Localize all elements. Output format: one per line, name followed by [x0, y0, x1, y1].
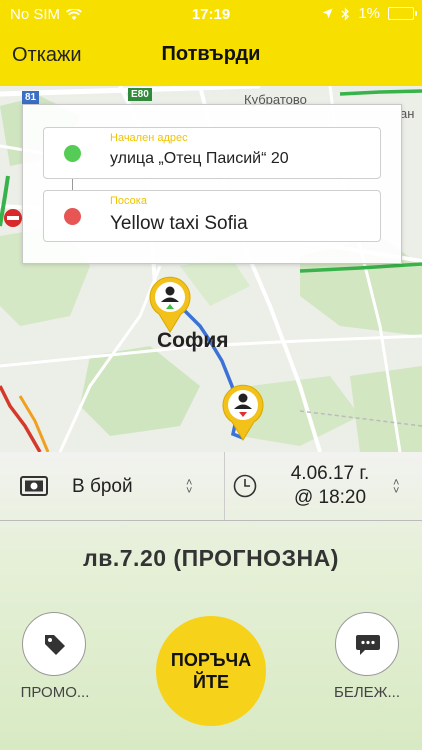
destination-dot-icon — [64, 208, 81, 225]
battery-icon — [388, 7, 417, 20]
road-shield-e80: E80 — [128, 88, 152, 101]
road-shield-81: 81 — [22, 91, 40, 104]
battery-percent: 1% — [358, 5, 380, 22]
start-dot-icon — [64, 145, 81, 162]
map-label-partial: ан — [400, 106, 415, 121]
datetime-value: 4.06.17 г. @ 18:20 — [275, 462, 385, 510]
address-card: Начален адрес улица „Отец Паисий“ 20 Пос… — [22, 104, 402, 264]
start-address-value: улица „Отец Паисий“ 20 — [110, 150, 289, 167]
destination-value: Yellow taxi Sofia — [110, 213, 248, 234]
payment-chevron-icon: ˄ ˅ — [186, 477, 193, 497]
datetime-chevron-icon: ˄ ˅ — [393, 477, 400, 497]
order-button[interactable]: ПОРЪЧАЙТЕ — [156, 616, 266, 726]
order-label: ПОРЪЧАЙТЕ — [170, 650, 252, 692]
start-address-field[interactable]: Начален адрес улица „Отец Паисий“ 20 — [43, 127, 381, 179]
promo-label: ПРОМО... — [20, 684, 90, 701]
notes-button[interactable] — [335, 612, 399, 676]
map-view[interactable]: 81 E80 Кубратово ан София Начален адрес … — [0, 86, 422, 452]
destination-field[interactable]: Посока Yellow taxi Sofia — [43, 190, 381, 242]
notes-label: БЕЛЕЖ... — [333, 684, 401, 701]
destination-pin-icon[interactable] — [218, 380, 268, 442]
status-bar: No SIM 17:19 1% — [0, 0, 422, 28]
datetime-selector[interactable]: 4.06.17 г. @ 18:20 ˄ ˅ — [225, 452, 422, 520]
destination-label: Посока — [110, 195, 147, 207]
date-value: 4.06.17 г. — [290, 463, 370, 484]
location-arrow-icon — [322, 8, 333, 19]
tag-icon — [45, 635, 65, 655]
price-estimate: лв.7.20 (ПРОГНОЗНА) — [83, 545, 339, 571]
booking-panel: В брой ˄ ˅ 4.06.17 г. @ 18:20 ˄ ˅ лв.7.20 … — [0, 452, 422, 750]
cash-icon — [20, 476, 48, 496]
start-address-label: Начален адрес — [110, 132, 188, 144]
bluetooth-icon — [341, 6, 350, 21]
payment-method: В брой — [72, 476, 133, 497]
payment-selector[interactable]: В брой ˄ ˅ — [0, 452, 224, 520]
nav-bar: Откажи Потвърди — [0, 28, 422, 86]
chat-bubble-icon — [356, 635, 380, 655]
clock-icon — [233, 474, 257, 498]
options-row: В брой ˄ ˅ 4.06.17 г. @ 18:20 ˄ ˅ — [0, 452, 422, 521]
promo-button[interactable] — [22, 612, 86, 676]
start-pin-icon[interactable] — [145, 272, 195, 334]
page-title: Потвърди — [161, 43, 261, 65]
time-value: @ 18:20 — [293, 487, 367, 508]
